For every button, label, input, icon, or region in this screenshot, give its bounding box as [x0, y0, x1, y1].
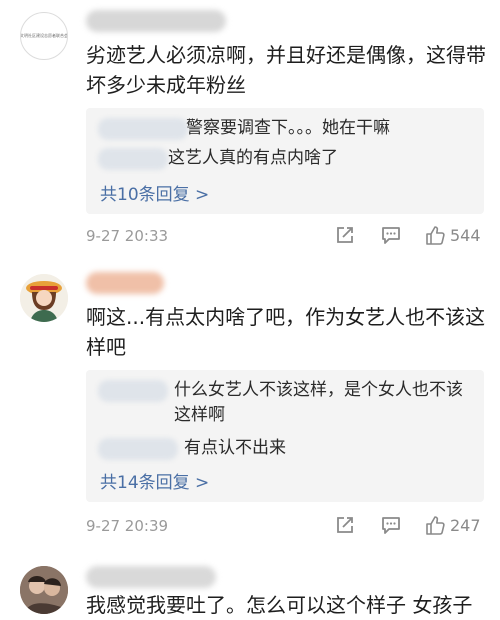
like-icon	[426, 226, 445, 245]
comment-item: 我感觉我要吐了。怎么可以这个样子 女孩子	[0, 562, 500, 617]
username-blurred[interactable]	[86, 272, 164, 294]
comment-item: 啊这...有点太内啥了吧，作为女艺人也不该这样吧 什么女艺人不该这样，是个女人也…	[0, 262, 500, 562]
like-count: 247	[450, 515, 481, 535]
reply-icon	[382, 517, 400, 534]
avatar-photo	[20, 566, 68, 614]
reply-button[interactable]	[380, 514, 402, 536]
share-button[interactable]	[334, 224, 356, 246]
reply-user-blurred	[98, 148, 168, 170]
username-blurred[interactable]	[86, 10, 226, 32]
reply-user-blurred	[98, 380, 168, 402]
reply-text: 有点认不出来	[184, 438, 286, 458]
comment-text: 我感觉我要吐了。怎么可以这个样子 女孩子	[86, 593, 473, 617]
avatar[interactable]: 文明社区建设志愿者联合会	[20, 12, 68, 60]
share-button[interactable]	[334, 514, 356, 536]
reply-button[interactable]	[380, 224, 402, 246]
reply-user-blurred	[98, 438, 178, 460]
like-button[interactable]: 247	[424, 514, 481, 536]
like-icon	[426, 516, 445, 535]
reply-preview-box[interactable]: 什么女艺人不该这样，是个女人也不该这样啊 有点认不出来 共14条回复 >	[86, 370, 484, 502]
timestamp: 9-27 20:39	[86, 517, 169, 535]
more-replies-link[interactable]: 共14条回复 >	[100, 468, 209, 493]
reply-text: 这艺人真的有点内啥了	[168, 148, 338, 168]
reply-preview-box[interactable]: 警察要调查下。。。她在干嘛 这艺人真的有点内啥了 共10条回复 >	[86, 108, 484, 214]
comment-item: 文明社区建设志愿者联合会 劣迹艺人必须凉啊，并且好还是偶像，这得带坏多少未成年粉…	[0, 0, 500, 262]
comment-meta: 9-27 20:39 247	[86, 514, 486, 542]
avatar-logo-text: 文明社区建设志愿者联合会	[20, 33, 68, 38]
reply-icon	[382, 227, 400, 244]
avatar-illustration	[20, 274, 68, 322]
like-button[interactable]: 544	[424, 224, 481, 246]
username-blurred[interactable]	[86, 566, 216, 588]
comment-text: 啊这...有点太内啥了吧，作为女艺人也不该这样吧	[86, 305, 486, 359]
avatar[interactable]	[20, 566, 68, 614]
timestamp: 9-27 20:33	[86, 227, 169, 245]
comment-text: 劣迹艺人必须凉啊，并且好还是偶像，这得带坏多少未成年粉丝	[86, 43, 486, 97]
reply-user-blurred	[98, 118, 188, 140]
comment-meta: 9-27 20:33 544	[86, 224, 486, 252]
like-count: 544	[450, 225, 481, 245]
reply-text: 警察要调查下。。。她在干嘛	[186, 118, 390, 138]
share-icon	[337, 227, 353, 243]
share-icon	[337, 517, 353, 533]
avatar[interactable]	[20, 274, 68, 322]
more-replies-link[interactable]: 共10条回复 >	[100, 180, 209, 205]
reply-text: 什么女艺人不该这样，是个女人也不该这样啊	[174, 380, 463, 425]
